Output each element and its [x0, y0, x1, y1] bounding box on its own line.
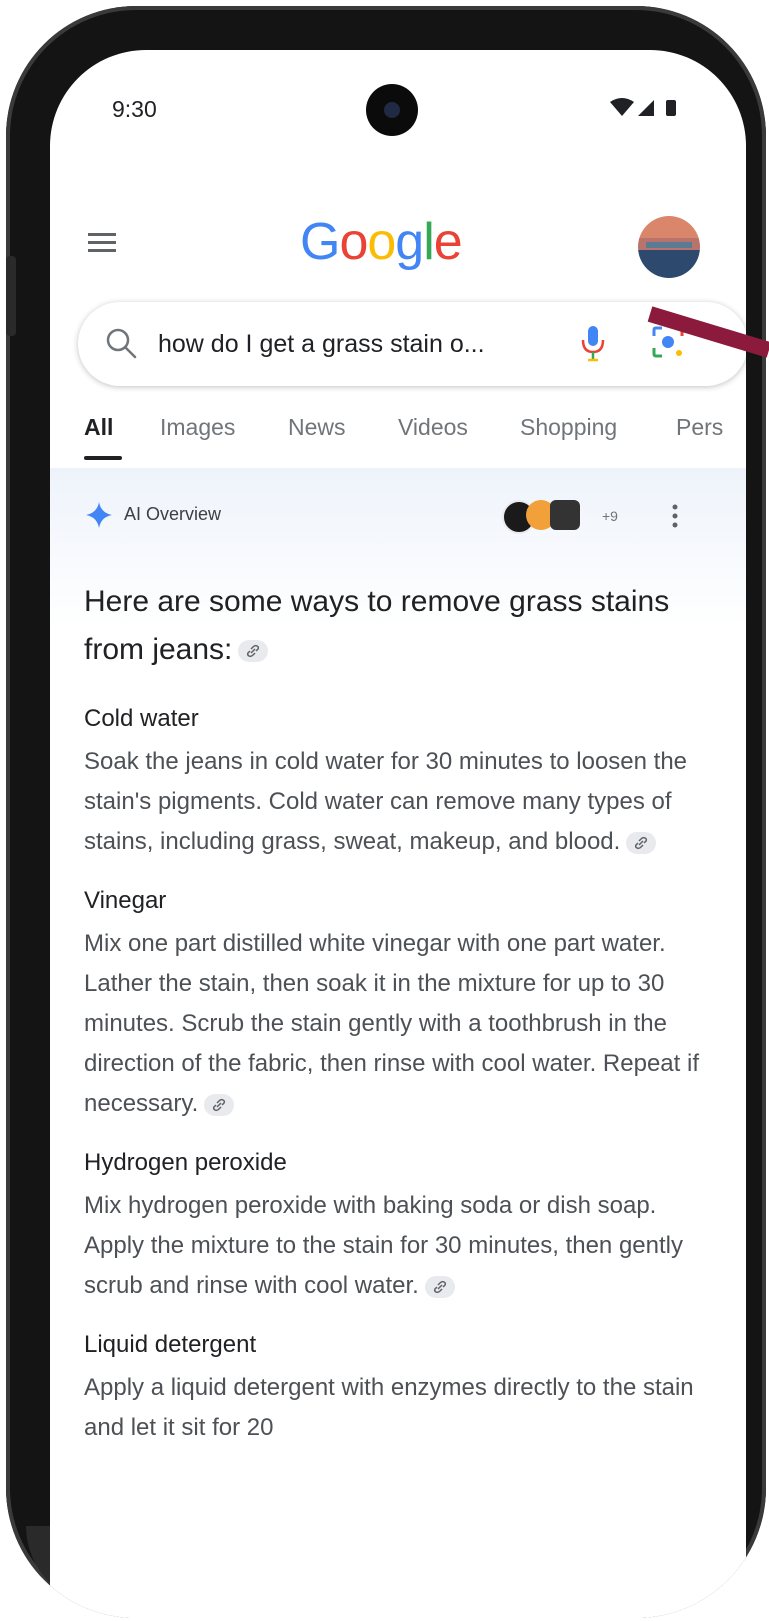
logo-letter: o	[339, 213, 368, 271]
ai-overview-content: Here are some ways to remove grass stain…	[84, 578, 704, 1470]
logo-letter: e	[433, 213, 463, 271]
ai-overview-panel: AI Overview +9 Here are some ways to rem…	[50, 468, 746, 1618]
section-title: Liquid detergent	[84, 1331, 257, 1358]
section-title: Hydrogen peroxide	[84, 1149, 287, 1176]
battery-icon	[666, 100, 676, 116]
logo-letter: l	[423, 213, 435, 271]
tab-pers[interactable]: Pers	[676, 414, 723, 441]
status-bar: 9:30	[50, 50, 746, 140]
link-icon[interactable]	[238, 640, 269, 663]
volume-button	[6, 256, 16, 336]
section-body: Soak the jeans in cold water for 30 minu…	[84, 742, 704, 862]
ai-overview-intro: Here are some ways to remove grass stain…	[84, 578, 704, 674]
active-tab-indicator	[84, 456, 122, 460]
google-logo: Google	[300, 212, 463, 272]
search-input[interactable]	[158, 324, 528, 364]
microphone-icon[interactable]	[578, 322, 608, 364]
logo-letter: G	[300, 213, 340, 271]
source-favicon[interactable]	[550, 500, 580, 530]
section-title: Cold water	[84, 705, 199, 732]
tab-videos[interactable]: Videos	[398, 414, 468, 441]
section-text: Soak the jeans in cold water for 30 minu…	[84, 748, 688, 855]
section-title: Vinegar	[84, 887, 167, 914]
phone-screen: 9:30 Google how do I get a grass stain o…	[50, 50, 746, 1618]
ai-sparkle-icon	[84, 500, 114, 530]
source-count: +9	[602, 508, 618, 524]
logo-letter: g	[395, 213, 424, 271]
section-text: Mix hydrogen peroxide with baking soda o…	[84, 1192, 683, 1299]
source-icons[interactable]: +9	[502, 500, 642, 534]
status-icons	[570, 94, 700, 124]
link-icon[interactable]	[626, 831, 657, 854]
search-icon	[104, 326, 138, 360]
annotation-arrow	[640, 300, 769, 370]
section-body: Mix hydrogen peroxide with baking soda o…	[84, 1186, 704, 1306]
ai-overview-label: AI Overview	[124, 504, 222, 524]
wifi-icon	[610, 98, 634, 116]
section-text: Mix one part distilled white vinegar wit…	[84, 930, 699, 1117]
logo-letter: o	[367, 213, 396, 271]
tab-all[interactable]: All	[84, 414, 113, 441]
front-camera	[366, 84, 418, 136]
link-icon[interactable]	[424, 1275, 455, 1298]
tab-images[interactable]: Images	[160, 414, 235, 441]
tab-shopping[interactable]: Shopping	[520, 414, 617, 441]
header: Google	[50, 200, 746, 290]
link-icon[interactable]	[204, 1093, 235, 1116]
hamburger-menu-icon[interactable]	[84, 228, 124, 258]
signal-icon	[638, 100, 654, 116]
status-time: 9:30	[112, 96, 157, 122]
search-tabs: All Images News Videos Shopping Pers	[50, 406, 746, 468]
section-body: Mix one part distilled white vinegar wit…	[84, 924, 704, 1124]
tab-news[interactable]: News	[288, 414, 346, 441]
intro-text: Here are some ways to remove grass stain…	[84, 585, 670, 666]
more-options-icon[interactable]	[670, 502, 680, 530]
ai-overview-header: AI Overview +9	[50, 468, 746, 558]
section-text: Apply a liquid detergent with enzymes di…	[84, 1374, 694, 1441]
phone-frame: 9:30 Google how do I get a grass stain o…	[6, 6, 766, 1618]
avatar[interactable]	[638, 216, 700, 278]
section-body: Apply a liquid detergent with enzymes di…	[84, 1368, 704, 1448]
